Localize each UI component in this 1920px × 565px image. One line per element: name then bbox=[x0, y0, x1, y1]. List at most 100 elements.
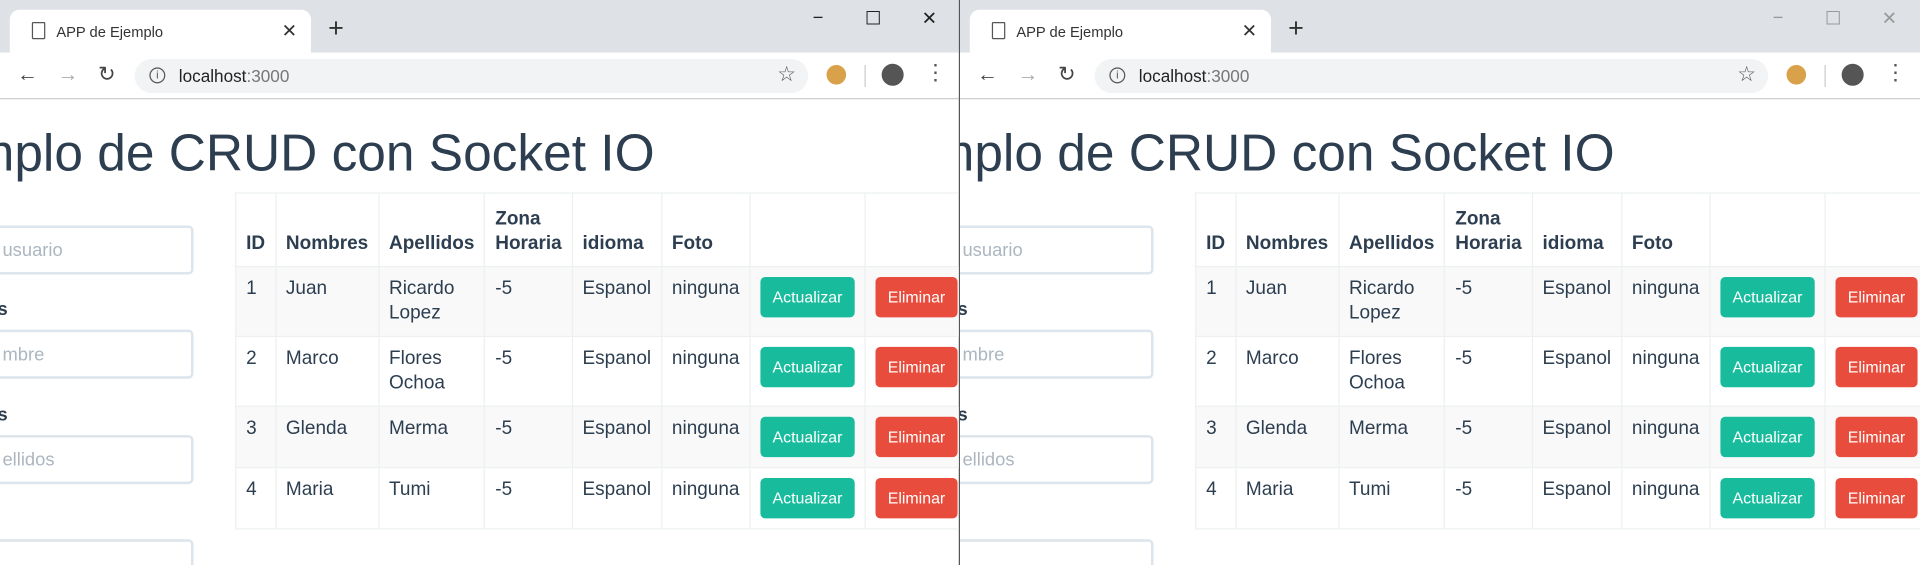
cell-foto: ninguna bbox=[660, 335, 751, 407]
divider bbox=[1824, 64, 1826, 88]
update-button[interactable]: Actualizar bbox=[760, 276, 855, 318]
cell-action: Eliminar bbox=[1824, 405, 1920, 469]
header-update bbox=[1709, 192, 1826, 268]
cell-idioma: Espanol bbox=[571, 335, 663, 407]
cell-foto: ninguna bbox=[660, 405, 751, 469]
delete-button[interactable]: Eliminar bbox=[875, 416, 958, 458]
cell-idioma: Espanol bbox=[571, 265, 663, 338]
cell-zona: -5 bbox=[484, 405, 573, 469]
star-icon[interactable]: ☆ bbox=[777, 63, 796, 88]
cell-action: Eliminar bbox=[1824, 335, 1920, 407]
tab-title: APP de Ejemplo bbox=[1016, 23, 1124, 41]
account-icon[interactable] bbox=[881, 63, 904, 86]
delete-button[interactable]: Eliminar bbox=[875, 477, 958, 519]
cell-id: 4 bbox=[235, 466, 277, 530]
cell-nombres: Maria bbox=[274, 466, 380, 530]
delete-button[interactable]: Eliminar bbox=[875, 276, 958, 318]
name-input[interactable]: mbre bbox=[960, 329, 1154, 379]
name-placeholder: mbre bbox=[2, 344, 45, 366]
maximize-icon[interactable]: ☐ bbox=[861, 7, 885, 30]
delete-button[interactable]: Eliminar bbox=[1835, 276, 1918, 318]
extra-input[interactable] bbox=[0, 539, 194, 565]
maximize-icon[interactable]: ☐ bbox=[1821, 7, 1845, 30]
update-button[interactable]: Actualizar bbox=[1720, 477, 1815, 519]
cell-nombres: Maria bbox=[1234, 466, 1340, 530]
browser-tab[interactable]: APP de Ejemplo ✕ bbox=[9, 9, 312, 53]
header-id: ID bbox=[1195, 192, 1237, 268]
new-tab-button[interactable]: + bbox=[1288, 14, 1304, 42]
cell-idioma: Espanol bbox=[1531, 335, 1623, 407]
cell-action: Actualizar bbox=[749, 335, 866, 407]
menu-icon[interactable]: ⋮ bbox=[924, 60, 946, 86]
header-delete bbox=[1824, 192, 1920, 268]
name-input[interactable]: mbre bbox=[0, 329, 194, 379]
header-id: ID bbox=[235, 192, 277, 268]
account-icon[interactable] bbox=[1841, 63, 1864, 86]
back-icon[interactable]: ← bbox=[977, 63, 998, 88]
username-placeholder: usuario bbox=[2, 240, 63, 262]
table-row: 3 Glenda Merma -5 Espanol ninguna Actualizar El… bbox=[235, 405, 959, 469]
info-icon[interactable]: i bbox=[1109, 67, 1126, 84]
update-button[interactable]: Actualizar bbox=[1720, 346, 1815, 388]
delete-button[interactable]: Eliminar bbox=[875, 346, 958, 388]
screen: APP de Ejemplo ✕ + − ☐ ✕ ← → ↻ i localho… bbox=[0, 0, 1920, 565]
close-tab-icon[interactable]: ✕ bbox=[282, 20, 297, 42]
update-button[interactable]: Actualizar bbox=[760, 477, 855, 519]
cookie-extension-icon[interactable] bbox=[1786, 64, 1807, 85]
forward-icon[interactable]: → bbox=[58, 63, 79, 88]
delete-button[interactable]: Eliminar bbox=[1835, 346, 1918, 388]
divider bbox=[864, 64, 866, 88]
cell-apellidos: Flores Ochoa bbox=[377, 335, 486, 407]
document-icon bbox=[31, 22, 46, 40]
table-row: 4 Maria Tumi -5 Espanol ninguna Actualizar Elim… bbox=[1195, 466, 1920, 530]
cell-idioma: Espanol bbox=[1531, 265, 1623, 338]
back-icon[interactable]: ← bbox=[17, 63, 38, 88]
cell-zona: -5 bbox=[484, 466, 573, 530]
extra-input[interactable] bbox=[960, 539, 1154, 565]
menu-icon[interactable]: ⋮ bbox=[1884, 60, 1906, 86]
surname-placeholder: ellidos bbox=[2, 449, 55, 471]
surname-input[interactable]: ellidos bbox=[0, 435, 194, 485]
update-button[interactable]: Actualizar bbox=[760, 416, 855, 458]
username-input[interactable]: usuario bbox=[0, 225, 194, 275]
url-text: localhost:3000 bbox=[179, 66, 290, 86]
close-window-icon[interactable]: ✕ bbox=[1877, 7, 1901, 30]
minimize-icon[interactable]: − bbox=[806, 7, 830, 28]
reload-icon[interactable]: ↻ bbox=[98, 63, 115, 88]
update-button[interactable]: Actualizar bbox=[1720, 276, 1815, 318]
delete-button[interactable]: Eliminar bbox=[1835, 477, 1918, 519]
cell-idioma: Espanol bbox=[571, 405, 663, 469]
table-row: 1 Juan Ricardo Lopez -5 Espanol ninguna Actual… bbox=[1195, 265, 1920, 338]
cell-id: 2 bbox=[1195, 335, 1237, 407]
table-row: 2 Marco Flores Ochoa -5 Espanol ninguna Actual… bbox=[235, 335, 959, 407]
address-bar[interactable]: i localhost:3000 ☆ bbox=[1094, 58, 1769, 94]
close-tab-icon[interactable]: ✕ bbox=[1242, 20, 1257, 42]
header-foto: Foto bbox=[660, 192, 751, 268]
cookie-extension-icon[interactable] bbox=[826, 64, 847, 85]
cell-id: 2 bbox=[235, 335, 277, 407]
forward-icon[interactable]: → bbox=[1018, 63, 1039, 88]
url-host: localhost bbox=[178, 66, 247, 86]
new-tab-button[interactable]: + bbox=[328, 14, 344, 42]
close-window-icon[interactable]: ✕ bbox=[917, 7, 941, 30]
star-icon[interactable]: ☆ bbox=[1737, 63, 1756, 88]
cell-apellidos: Merma bbox=[377, 405, 486, 469]
cell-action: Eliminar bbox=[864, 265, 959, 338]
update-button[interactable]: Actualizar bbox=[760, 346, 855, 388]
cell-id: 3 bbox=[1195, 405, 1237, 469]
surname-input[interactable]: ellidos bbox=[960, 435, 1154, 485]
browser-window-right: APP de Ejemplo ✕ + − ☐ ✕ ← → ↻ i localho… bbox=[960, 0, 1920, 565]
cell-action: Actualizar bbox=[749, 265, 866, 338]
cell-action: Eliminar bbox=[864, 466, 959, 530]
update-button[interactable]: Actualizar bbox=[1720, 416, 1815, 458]
delete-button[interactable]: Eliminar bbox=[1835, 416, 1918, 458]
username-input[interactable]: usuario bbox=[960, 225, 1154, 275]
page-content: Ejemplo de CRUD con Socket IO usuario s … bbox=[0, 99, 959, 565]
minimize-icon[interactable]: − bbox=[1766, 7, 1790, 28]
tab-bar: APP de Ejemplo ✕ + − ☐ ✕ bbox=[0, 0, 959, 53]
reload-icon[interactable]: ↻ bbox=[1058, 63, 1075, 88]
browser-tab[interactable]: APP de Ejemplo ✕ bbox=[969, 9, 1272, 53]
cell-nombres: Glenda bbox=[274, 405, 380, 469]
address-bar[interactable]: i localhost:3000 ☆ bbox=[134, 58, 809, 94]
info-icon[interactable]: i bbox=[149, 67, 166, 84]
